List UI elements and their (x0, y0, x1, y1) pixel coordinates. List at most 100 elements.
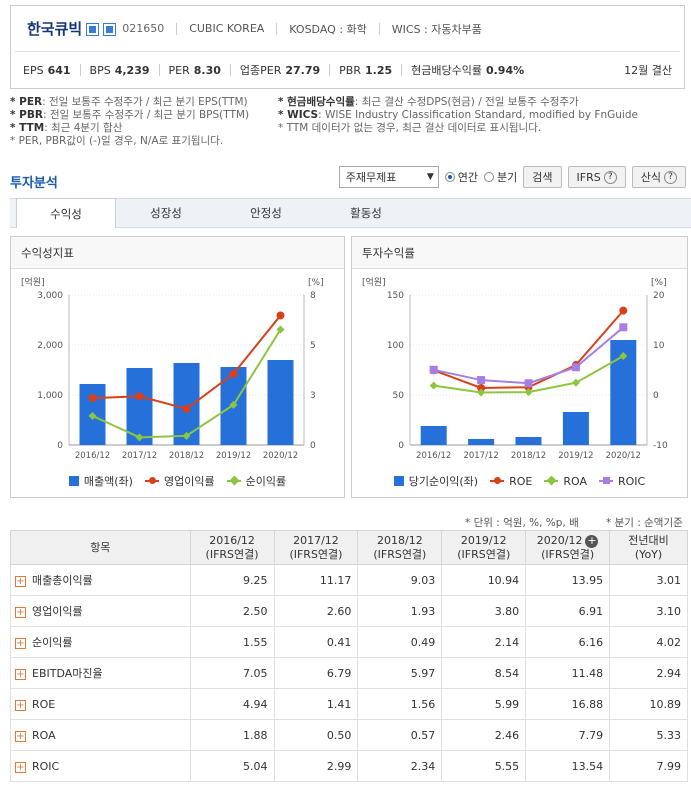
data-point[interactable] (524, 379, 533, 388)
tab-stability[interactable]: 안정성 (216, 199, 316, 227)
company-info-icon[interactable] (103, 23, 117, 36)
bar[interactable] (267, 360, 294, 445)
table-cell: 3.10 (609, 595, 688, 627)
left-tick-label: 50 (393, 391, 405, 401)
ifrs-help-button[interactable]: IFRS ? (567, 166, 626, 188)
row-item-cell[interactable]: + 매출총이익률 (10, 564, 191, 596)
right-unit-label: [%] (651, 278, 667, 288)
data-point[interactable] (135, 392, 144, 401)
tab-profitability[interactable]: 수익성 (16, 198, 116, 228)
tab-activity[interactable]: 활동성 (316, 199, 416, 227)
table-row: + 영업이익률 2.50 2.60 1.93 3.80 6.91 3.10 (10, 595, 688, 627)
stat-label: BPS (89, 63, 111, 77)
bar[interactable] (562, 412, 589, 445)
right-tick-label: 20 (653, 291, 665, 301)
expand-row-icon[interactable]: + (15, 761, 26, 773)
statement-select-value: 주재무제표 (345, 171, 397, 184)
note-line: * TTM 데이터가 없는 경우, 최근 결산 데이터로 표시됩니다. (278, 122, 638, 135)
table-row: + 순이익률 1.55 0.41 0.49 2.14 6.16 4.02 (10, 626, 688, 658)
note-text: : 전일 보통주 수정주가 / 최근 분기 BPS(TTM) (42, 109, 250, 121)
data-point[interactable] (619, 306, 628, 315)
column-header-sub-text: (IFRS연결) (373, 547, 427, 561)
legend-line-swatch (144, 477, 159, 484)
expand-row-icon[interactable]: + (15, 730, 26, 742)
chart-legend: 매출액(좌) 영업이익률 순이익률 (11, 473, 344, 489)
tab-growth[interactable]: 성장성 (116, 199, 216, 227)
right-tick-label: 8 (310, 291, 316, 301)
table-cell: 1.55 (189, 626, 275, 658)
left-tick-label: 1,000 (37, 391, 63, 401)
formula-help-button[interactable]: 산식 ? (631, 166, 686, 188)
legend-item[interactable]: ROE (490, 473, 532, 489)
analysis-title-row: 투자분석 주재무제표 ▼ 연간 분기 검색 IFRS ? 산식 ? (10, 166, 691, 191)
note-text: * TTM 데이터가 없는 경우, 최근 결산 데이터로 표시됩니다. (278, 122, 542, 134)
stat-label: 현금배당수익률 (411, 64, 482, 77)
market-info: KOSDAQ : 화학 (289, 22, 367, 36)
legend-item[interactable]: 영업이익률 (144, 473, 215, 489)
data-point[interactable] (88, 394, 97, 403)
stat-value: 27.79 (285, 63, 321, 77)
expand-row-icon[interactable]: + (15, 607, 26, 618)
notes-left: * PER: 전일 보통주 수정주가 / 최근 분기 EPS(TTM) * PBR… (10, 96, 249, 148)
legend-marker (546, 475, 557, 486)
row-item-cell[interactable]: + ROE (10, 688, 191, 720)
row-item-cell[interactable]: + 순이익률 (10, 626, 191, 658)
home-icon[interactable] (86, 23, 100, 36)
data-point[interactable] (429, 365, 438, 374)
row-item-cell[interactable]: + EBITDA마진율 (10, 657, 191, 689)
column-header: 전년대비 (YoY) (609, 530, 688, 565)
data-point[interactable] (571, 378, 580, 387)
row-item-cell[interactable]: + ROA (10, 719, 191, 751)
bar[interactable] (468, 439, 495, 445)
column-header-sub: (IFRS연결) (358, 548, 441, 562)
data-point[interactable] (477, 376, 486, 385)
row-item-cell[interactable]: + 영업이익률 (10, 595, 191, 627)
table-cell: 5.33 (609, 719, 688, 751)
radio-unselected-icon (484, 172, 495, 182)
legend-item[interactable]: ROIC (598, 473, 645, 489)
data-point[interactable] (619, 323, 628, 332)
analysis-tabs: 수익성 성장성 안정성 활동성 (10, 198, 691, 228)
chevron-down-icon: ▼ (426, 172, 434, 182)
column-header-sub-text: (IFRS연결) (457, 547, 511, 561)
data-point[interactable] (276, 311, 285, 320)
expand-row-icon[interactable]: + (15, 638, 26, 649)
table-row: + EBITDA마진율 7.05 6.79 5.97 8.54 11.48 2.94 (10, 657, 688, 689)
x-tick-label: 2017/12 (463, 451, 498, 461)
statement-select[interactable]: 주재무제표 ▼ (338, 166, 439, 188)
table-cell: 0.57 (357, 719, 443, 751)
company-title-row: 한국큐빅 021650 CUBIC KOREA KOSDAQ : 화학 WICS… (15, 6, 680, 52)
company-header: 한국큐빅 021650 CUBIC KOREA KOSDAQ : 화학 WICS… (10, 5, 685, 89)
expand-icon[interactable]: + (585, 534, 599, 548)
x-tick-label: 2018/12 (169, 451, 204, 461)
table-cell: 2.94 (609, 657, 688, 689)
search-button[interactable]: 검색 (523, 166, 562, 188)
row-item-cell[interactable]: + ROIC (10, 750, 191, 782)
expand-row-icon[interactable]: + (15, 669, 26, 680)
bar[interactable] (420, 426, 447, 445)
radio-quarter-label: 분기 (497, 171, 518, 184)
stats-row: EPS 641 BPS 4,239 PER 8.30 업종PER 27.79 PBR 1.25 현금… (11, 52, 684, 88)
legend-item[interactable]: ROA (544, 473, 587, 489)
radio-annual[interactable]: 연간 (444, 169, 478, 185)
column-header-sub-text: (IFRS연결) (541, 547, 595, 561)
column-header-sub-text: (IFRS연결) (289, 547, 343, 561)
legend-item[interactable]: 순이익률 (226, 473, 286, 489)
expand-row-icon[interactable]: + (15, 699, 26, 711)
table-cell: 3.80 (441, 595, 527, 627)
table-row: + ROE 4.94 1.41 1.56 5.99 16.88 10.89 (10, 688, 688, 720)
data-point[interactable] (429, 381, 438, 390)
legend-item[interactable]: 당기순이익(좌) (393, 473, 478, 489)
radio-quarter[interactable]: 분기 (484, 169, 517, 185)
unit-note: * 단위 : 억원, %, %p, 배 (465, 517, 579, 529)
data-point[interactable] (229, 369, 238, 378)
column-header: 2016/12 (IFRS연결) (189, 530, 275, 565)
expand-row-icon[interactable]: + (15, 576, 26, 587)
stat-value: 641 (47, 63, 71, 77)
table-cell: 6.16 (525, 626, 611, 658)
legend-bar-swatch (68, 476, 79, 486)
data-point[interactable] (182, 404, 191, 413)
legend-item[interactable]: 매출액(좌) (68, 473, 133, 489)
data-point[interactable] (571, 363, 580, 372)
bar[interactable] (515, 437, 542, 445)
